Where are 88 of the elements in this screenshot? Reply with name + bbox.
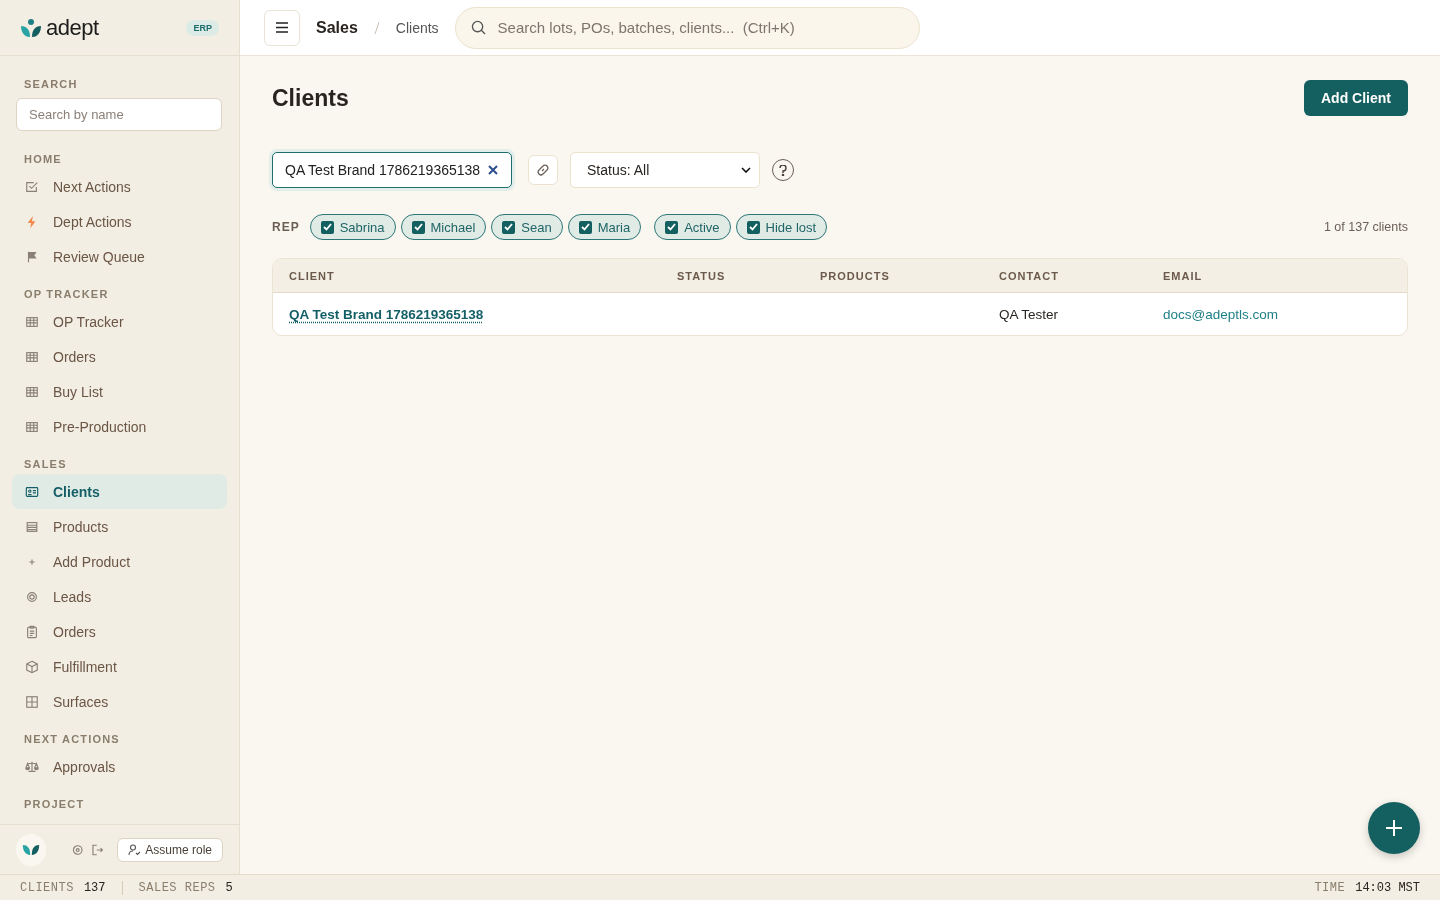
rep-label: REP (272, 220, 300, 234)
assume-role-button[interactable]: Assume role (117, 837, 223, 862)
email-link[interactable]: docs@adeptls.com (1163, 306, 1278, 322)
search-icon (470, 19, 486, 35)
list-icon (25, 519, 39, 534)
sidebar-item[interactable]: Surfaces (12, 684, 227, 719)
id-card-icon (25, 484, 39, 499)
sidebar-item[interactable]: OP Tracker (12, 304, 227, 339)
grid-icon (25, 314, 39, 329)
sidebar-item[interactable]: Pre-Production (12, 409, 227, 444)
filter-chip[interactable]: Michael (400, 214, 487, 240)
breadcrumb-current: Clients (395, 19, 439, 36)
page-title: Clients (272, 84, 349, 112)
status-value: 14:03 MST (1355, 880, 1420, 895)
avatar[interactable] (16, 833, 47, 866)
section-heading: SEARCH (23, 77, 79, 92)
status-label: CLIENTS (20, 880, 74, 895)
client-link[interactable]: QA Test Brand 1786219365138 (289, 306, 484, 322)
link-icon (536, 163, 550, 177)
plus-icon (1385, 819, 1403, 837)
filter-chip[interactable]: Hide lost (735, 214, 828, 240)
scales-icon (25, 759, 39, 774)
add-fab-button[interactable] (1368, 802, 1420, 854)
column-header: EMAIL (1163, 269, 1204, 282)
flag-icon (25, 249, 39, 264)
brand-name: adept (46, 14, 99, 41)
status-select[interactable]: Status: All (570, 152, 760, 188)
sidebar-item[interactable]: Buy List (12, 374, 227, 409)
box-icon (25, 659, 39, 674)
sidebar-item[interactable]: Products (12, 509, 227, 544)
leaf-logo-icon (20, 17, 42, 38)
settings-icon[interactable] (72, 843, 84, 856)
search-field[interactable]: Search by name (16, 98, 222, 131)
link-button[interactable] (528, 155, 558, 185)
status-value: 5 (225, 880, 233, 895)
checkmark-icon (580, 223, 590, 231)
breadcrumb-separator-icon (373, 20, 380, 35)
menu-button[interactable] (264, 9, 300, 46)
logout-icon[interactable] (91, 843, 104, 856)
user-check-icon (128, 843, 142, 856)
breadcrumb-link[interactable]: Sales (316, 18, 358, 37)
client-search-field[interactable]: QA Test Brand 1786219365138 (272, 152, 512, 188)
sidebar-item[interactable]: Orders (12, 614, 227, 649)
grid-icon (25, 349, 39, 364)
sidebar-item[interactable]: Dept Actions (12, 204, 227, 239)
sidebar-item[interactable]: Fulfillment (12, 649, 227, 684)
filter-chip[interactable]: Sabrina (309, 214, 396, 240)
filter-chip[interactable]: Sean (491, 214, 563, 240)
menu-icon (276, 22, 288, 33)
grid-icon (25, 384, 39, 399)
column-header: STATUS (677, 269, 727, 282)
add-client-button[interactable]: Add Client (1304, 80, 1408, 116)
checkmark-icon (413, 223, 423, 231)
section-heading: NEXT ACTIONS (23, 732, 121, 747)
column-header: PRODUCTS (820, 269, 891, 282)
column-header: CONTACT (999, 269, 1060, 282)
global-search-field[interactable]: Search lots, POs, batches, clients... (Ctrl+K) (454, 6, 920, 49)
status-value: 137 (83, 880, 106, 895)
table-cell-text: QA Tester (999, 306, 1060, 322)
section-heading: HOME (23, 152, 63, 167)
grid-icon (25, 419, 39, 434)
status-label: SALES REPS (138, 880, 216, 895)
section-heading: SALES (23, 457, 68, 472)
status-label: TIME (1314, 880, 1346, 895)
checkmark-icon (748, 223, 758, 231)
filter-chip[interactable]: Maria (567, 214, 642, 240)
sidebar-item[interactable]: Approvals (12, 749, 227, 784)
clipboard-icon (25, 624, 39, 639)
section-heading: OP TRACKER (23, 287, 110, 302)
erp-badge: ERP (186, 19, 219, 36)
result-count: 1 of 137 clients (1323, 220, 1408, 234)
column-header: CLIENT (289, 269, 336, 282)
section-heading: PROJECT (23, 797, 86, 812)
checkmark-icon (667, 223, 677, 231)
sidebar-item[interactable]: Orders (12, 339, 227, 374)
clear-icon[interactable] (488, 165, 498, 175)
sidebar-item[interactable]: Next Actions (12, 169, 227, 204)
sidebar-item[interactable]: Leads (12, 579, 227, 614)
sidebar-item[interactable]: Review Queue (12, 239, 227, 274)
chevron-down-icon (741, 167, 751, 173)
sidebar-item[interactable]: Add Product (12, 544, 227, 579)
grid-squares-icon (25, 694, 39, 709)
checkmark-icon (504, 223, 514, 231)
target-icon (25, 589, 39, 604)
sidebar-item[interactable]: Clients (12, 474, 227, 509)
checkbox-icon (25, 179, 39, 194)
checkmark-icon (322, 223, 332, 231)
filter-chip[interactable]: Active (654, 214, 731, 240)
